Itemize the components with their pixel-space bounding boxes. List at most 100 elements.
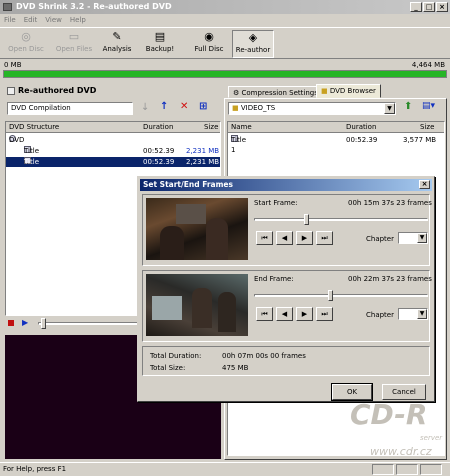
gear-icon: ⚙ (233, 89, 240, 97)
folder-select[interactable]: ■ VIDEO_TS ▼ (228, 102, 396, 115)
left-panel-title: Re-authored DVD (7, 86, 96, 95)
browser-header: Name Duration Size (228, 122, 444, 133)
tree-row[interactable]: Title 1 00:52.39 2,231 MB (6, 146, 220, 165)
end-prev-button[interactable]: ◀ (276, 307, 293, 321)
menu-view[interactable]: View (45, 14, 62, 26)
dialog-title: Set Start/End Frames (143, 180, 233, 189)
col-duration[interactable]: Duration (346, 122, 376, 133)
seek-thumb[interactable] (41, 318, 46, 329)
minimize-button[interactable]: _ (410, 2, 422, 12)
start-first-button[interactable]: ⏮ (256, 231, 273, 245)
tab-compression-settings[interactable]: ⚙ Compression Settings (228, 86, 323, 98)
start-prev-button[interactable]: ◀ (276, 231, 293, 245)
dialog-close-button[interactable]: × (419, 180, 430, 189)
backup-icon: ▤ (154, 30, 166, 43)
folder-tab-icon: ■ (321, 87, 328, 95)
folder-icon: ■ (232, 104, 239, 112)
size-progress-bar (3, 70, 447, 78)
disc-icon: ◎ (21, 30, 31, 43)
tab-dvd-browser[interactable]: ■ DVD Browser (316, 84, 381, 98)
menu-edit[interactable]: Edit (24, 14, 38, 26)
size-max-label: 4,464 MB (411, 61, 445, 69)
col-name[interactable]: Name (231, 122, 252, 133)
window-title-bar: DVD Shrink 3.2 - Re-authored DVD _ □ × (0, 0, 450, 14)
end-last-button[interactable]: ⏭ (316, 307, 333, 321)
size-min-label: 0 MB (4, 61, 22, 69)
set-frames-dialog: Set Start/End Frames × Start Frame: 00h … (137, 176, 435, 402)
menu-help[interactable]: Help (70, 14, 86, 26)
analysis-icon: ✎ (112, 30, 122, 43)
col-dvd-structure[interactable]: DVD Structure (9, 122, 59, 133)
start-slider-thumb[interactable] (303, 214, 309, 225)
compilation-name-field[interactable]: DVD Compilation (7, 102, 133, 115)
arrow-down-icon[interactable]: ↓ (141, 102, 149, 113)
start-frame-slider[interactable] (254, 214, 428, 225)
edit-frames-icon[interactable]: ⊞ (199, 101, 207, 112)
re-author-icon: ◈ (248, 31, 258, 44)
menu-file[interactable]: File (4, 14, 16, 26)
end-frame-label: End Frame: (254, 275, 294, 283)
re-author-button[interactable]: ◈ Re-author (232, 30, 274, 58)
dvd-icon (7, 86, 15, 95)
start-next-button[interactable]: ▶ (296, 231, 313, 245)
tree-row-selected[interactable]: Title 1 (2) 00:52.39 2,231 MB (6, 157, 220, 186)
status-bar: For Help, press F1 (0, 462, 450, 475)
folder-icon: ▭ (68, 30, 80, 43)
status-panel (420, 464, 442, 475)
full-disc-button[interactable]: ◉ Full Disc (192, 30, 226, 58)
backup-button[interactable]: ▤ Backup! (143, 30, 177, 58)
view-menu-icon[interactable]: ▤▾ (422, 101, 435, 111)
start-frame-value: 00h 15m 37s 23 frames (348, 199, 432, 207)
status-panel (372, 464, 394, 475)
total-size-value: 475 MB (222, 364, 249, 372)
cancel-button[interactable]: Cancel (382, 384, 426, 400)
up-folder-icon[interactable]: ⬆ (404, 101, 412, 112)
col-size[interactable]: Size (420, 122, 434, 133)
toolbar: ◎ Open Disc ▭ Open Files ✎ Analysis ▤ Ba… (0, 27, 450, 59)
ok-button[interactable]: OK (331, 383, 373, 401)
tree-row-dvd[interactable]: DVD (6, 135, 220, 145)
window-title: DVD Shrink 3.2 - Re-authored DVD (16, 2, 172, 11)
chevron-down-icon[interactable]: ▼ (417, 233, 427, 243)
analysis-button[interactable]: ✎ Analysis (100, 30, 134, 58)
total-size-label: Total Size: (150, 364, 186, 372)
start-chapter-select[interactable]: ▼ (398, 232, 428, 244)
stop-icon[interactable] (8, 320, 14, 326)
maximize-button[interactable]: □ (423, 2, 435, 12)
start-last-button[interactable]: ⏭ (316, 231, 333, 245)
start-frame-label: Start Frame: (254, 199, 298, 207)
end-chapter-label: Chapter (366, 311, 394, 319)
arrow-up-icon[interactable]: ↑ (160, 101, 168, 112)
delete-icon[interactable]: ✕ (180, 101, 188, 112)
dialog-title-bar: Set Start/End Frames × (140, 179, 432, 191)
open-disc-button[interactable]: ◎ Open Disc (6, 30, 46, 58)
full-disc-icon: ◉ (204, 30, 214, 43)
watermark-sub: server (420, 434, 443, 442)
size-progress-fill (4, 71, 446, 77)
close-button[interactable]: × (436, 2, 448, 12)
menu-bar: File Edit View Help (0, 14, 450, 26)
col-duration[interactable]: Duration (143, 122, 173, 133)
watermark-logo: CD-R (350, 398, 428, 431)
app-icon (3, 3, 12, 11)
start-chapter-label: Chapter (366, 235, 394, 243)
open-files-button[interactable]: ▭ Open Files (54, 30, 94, 58)
dvd-structure-header: DVD Structure Duration Size (6, 122, 220, 133)
watermark-url: www.cdr.cz (370, 445, 432, 458)
play-icon[interactable]: ▶ (22, 318, 28, 327)
total-duration-value: 00h 07m 00s 00 frames (222, 352, 306, 360)
end-slider-thumb[interactable] (327, 290, 333, 301)
browser-row[interactable]: Title 1 00:52.39 3,577 MB (228, 135, 444, 154)
status-text: For Help, press F1 (3, 465, 67, 473)
status-panel (396, 464, 418, 475)
end-chapter-select[interactable]: ▼ (398, 308, 428, 320)
end-next-button[interactable]: ▶ (296, 307, 313, 321)
chevron-down-icon[interactable]: ▼ (417, 309, 427, 319)
total-duration-label: Total Duration: (150, 352, 202, 360)
chevron-down-icon[interactable]: ▼ (384, 103, 395, 114)
end-first-button[interactable]: ⏮ (256, 307, 273, 321)
col-size[interactable]: Size (204, 122, 218, 133)
end-frame-value: 00h 22m 37s 23 frames (348, 275, 432, 283)
end-frame-preview (146, 274, 248, 336)
end-frame-slider[interactable] (254, 290, 428, 301)
